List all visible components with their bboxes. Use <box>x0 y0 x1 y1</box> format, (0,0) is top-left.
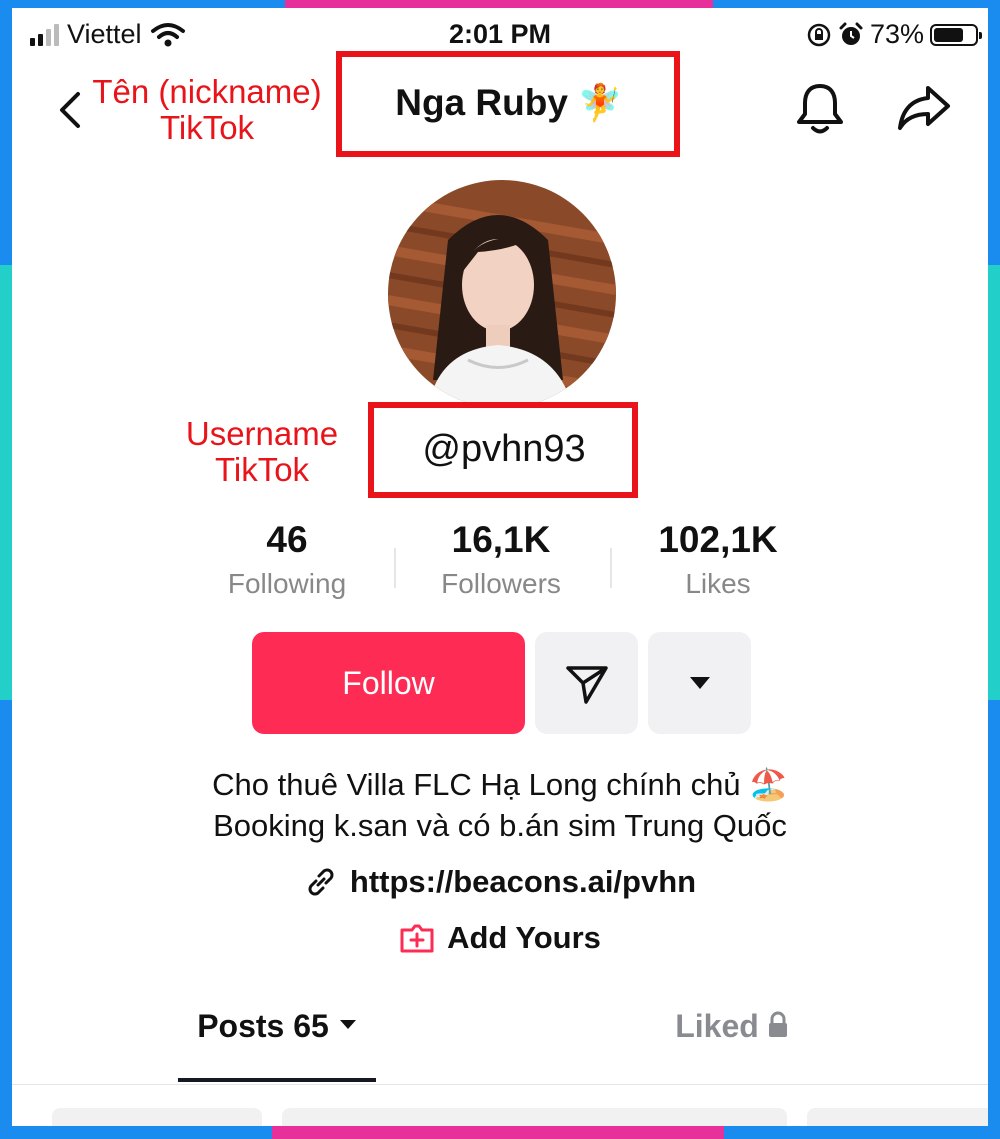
avatar-image <box>388 180 616 408</box>
video-thumbnail[interactable] <box>52 1108 262 1126</box>
add-yours-label: Add Yours <box>447 920 601 955</box>
battery-percent: 73% <box>869 19 924 49</box>
frame-pink-accent-bottom <box>272 1126 724 1139</box>
stat-likes: 102,1K Likes <box>633 518 803 600</box>
stat-followers-label: Followers <box>441 568 561 599</box>
nickname-annotation: Tên (nickname) TikTok <box>72 74 342 146</box>
tab-liked-label: Liked <box>675 1008 759 1044</box>
beach-emoji: 🏖️ <box>749 767 788 802</box>
nickname-annotation-line1: Tên (nickname) <box>92 73 322 110</box>
tab-active-indicator <box>178 1078 376 1082</box>
stat-followers-value: 16,1K <box>451 519 551 560</box>
phone-screen: Viettel 2:01 PM 73% Tên (nickname) TikTo… <box>12 8 988 1126</box>
tab-posts[interactable]: Posts 65 <box>178 1008 376 1082</box>
caret-down-icon <box>339 1020 356 1029</box>
video-thumbnail[interactable] <box>282 1108 787 1126</box>
bio-line-1: Cho thuê Villa FLC Hạ Long chính chủ 🏖️ <box>12 764 988 805</box>
bio-line-2: Booking k.san và có b.án sim Trung Quốc <box>213 808 787 843</box>
profile-username: @pvhn93 <box>422 427 586 470</box>
bell-icon[interactable] <box>794 80 846 136</box>
alarm-icon <box>839 22 863 45</box>
add-yours-icon <box>400 924 434 953</box>
stat-divider <box>394 548 396 588</box>
link-icon <box>308 868 334 896</box>
stat-divider <box>610 548 612 588</box>
avatar <box>388 180 616 408</box>
caret-down-icon <box>689 677 710 689</box>
lock-icon <box>768 1011 787 1037</box>
stat-likes-label: Likes <box>685 568 751 599</box>
stat-followers[interactable]: 16,1K Followers <box>416 518 586 600</box>
stat-following[interactable]: 46 Following <box>202 518 372 600</box>
stat-following-label: Following <box>227 568 347 599</box>
stat-likes-value: 102,1K <box>658 519 778 560</box>
suggested-accounts-button[interactable] <box>648 632 751 734</box>
nickname-text: Nga Ruby <box>395 82 568 123</box>
orientation-lock-icon <box>807 23 831 46</box>
username-annotation-line1: Username <box>185 415 339 452</box>
username-annotation: Username TikTok <box>162 416 362 488</box>
tab-posts-label: Posts 65 <box>197 1008 329 1044</box>
video-thumbnail[interactable] <box>807 1108 988 1126</box>
profile-nickname: Nga Ruby 🧚 <box>338 51 680 155</box>
stat-following-value: 46 <box>266 519 308 560</box>
fairy-emoji: 🧚 <box>577 82 623 123</box>
nickname-annotation-line2: TikTok <box>159 109 255 146</box>
share-icon[interactable] <box>896 82 952 134</box>
bio-link[interactable]: https://beacons.ai/pvhn <box>12 864 988 900</box>
profile-stats: 46 Following 16,1K Followers 102,1K Like… <box>202 518 802 618</box>
follow-button[interactable]: Follow <box>252 632 525 734</box>
battery-icon <box>930 23 982 46</box>
status-right: 73% <box>806 19 982 50</box>
username-annotation-line2: TikTok <box>214 451 310 488</box>
message-button[interactable] <box>535 632 638 734</box>
send-icon <box>565 666 608 704</box>
profile-bio: Cho thuê Villa FLC Hạ Long chính chủ 🏖️ … <box>12 764 988 846</box>
profile-tabs: Posts 65 Liked <box>12 1008 988 1085</box>
tab-liked[interactable]: Liked <box>652 1008 812 1082</box>
bio-line-1-text: Cho thuê Villa FLC Hạ Long chính chủ <box>212 767 741 802</box>
add-yours[interactable]: Add Yours <box>12 920 988 956</box>
bio-link-text: https://beacons.ai/pvhn <box>349 864 697 899</box>
